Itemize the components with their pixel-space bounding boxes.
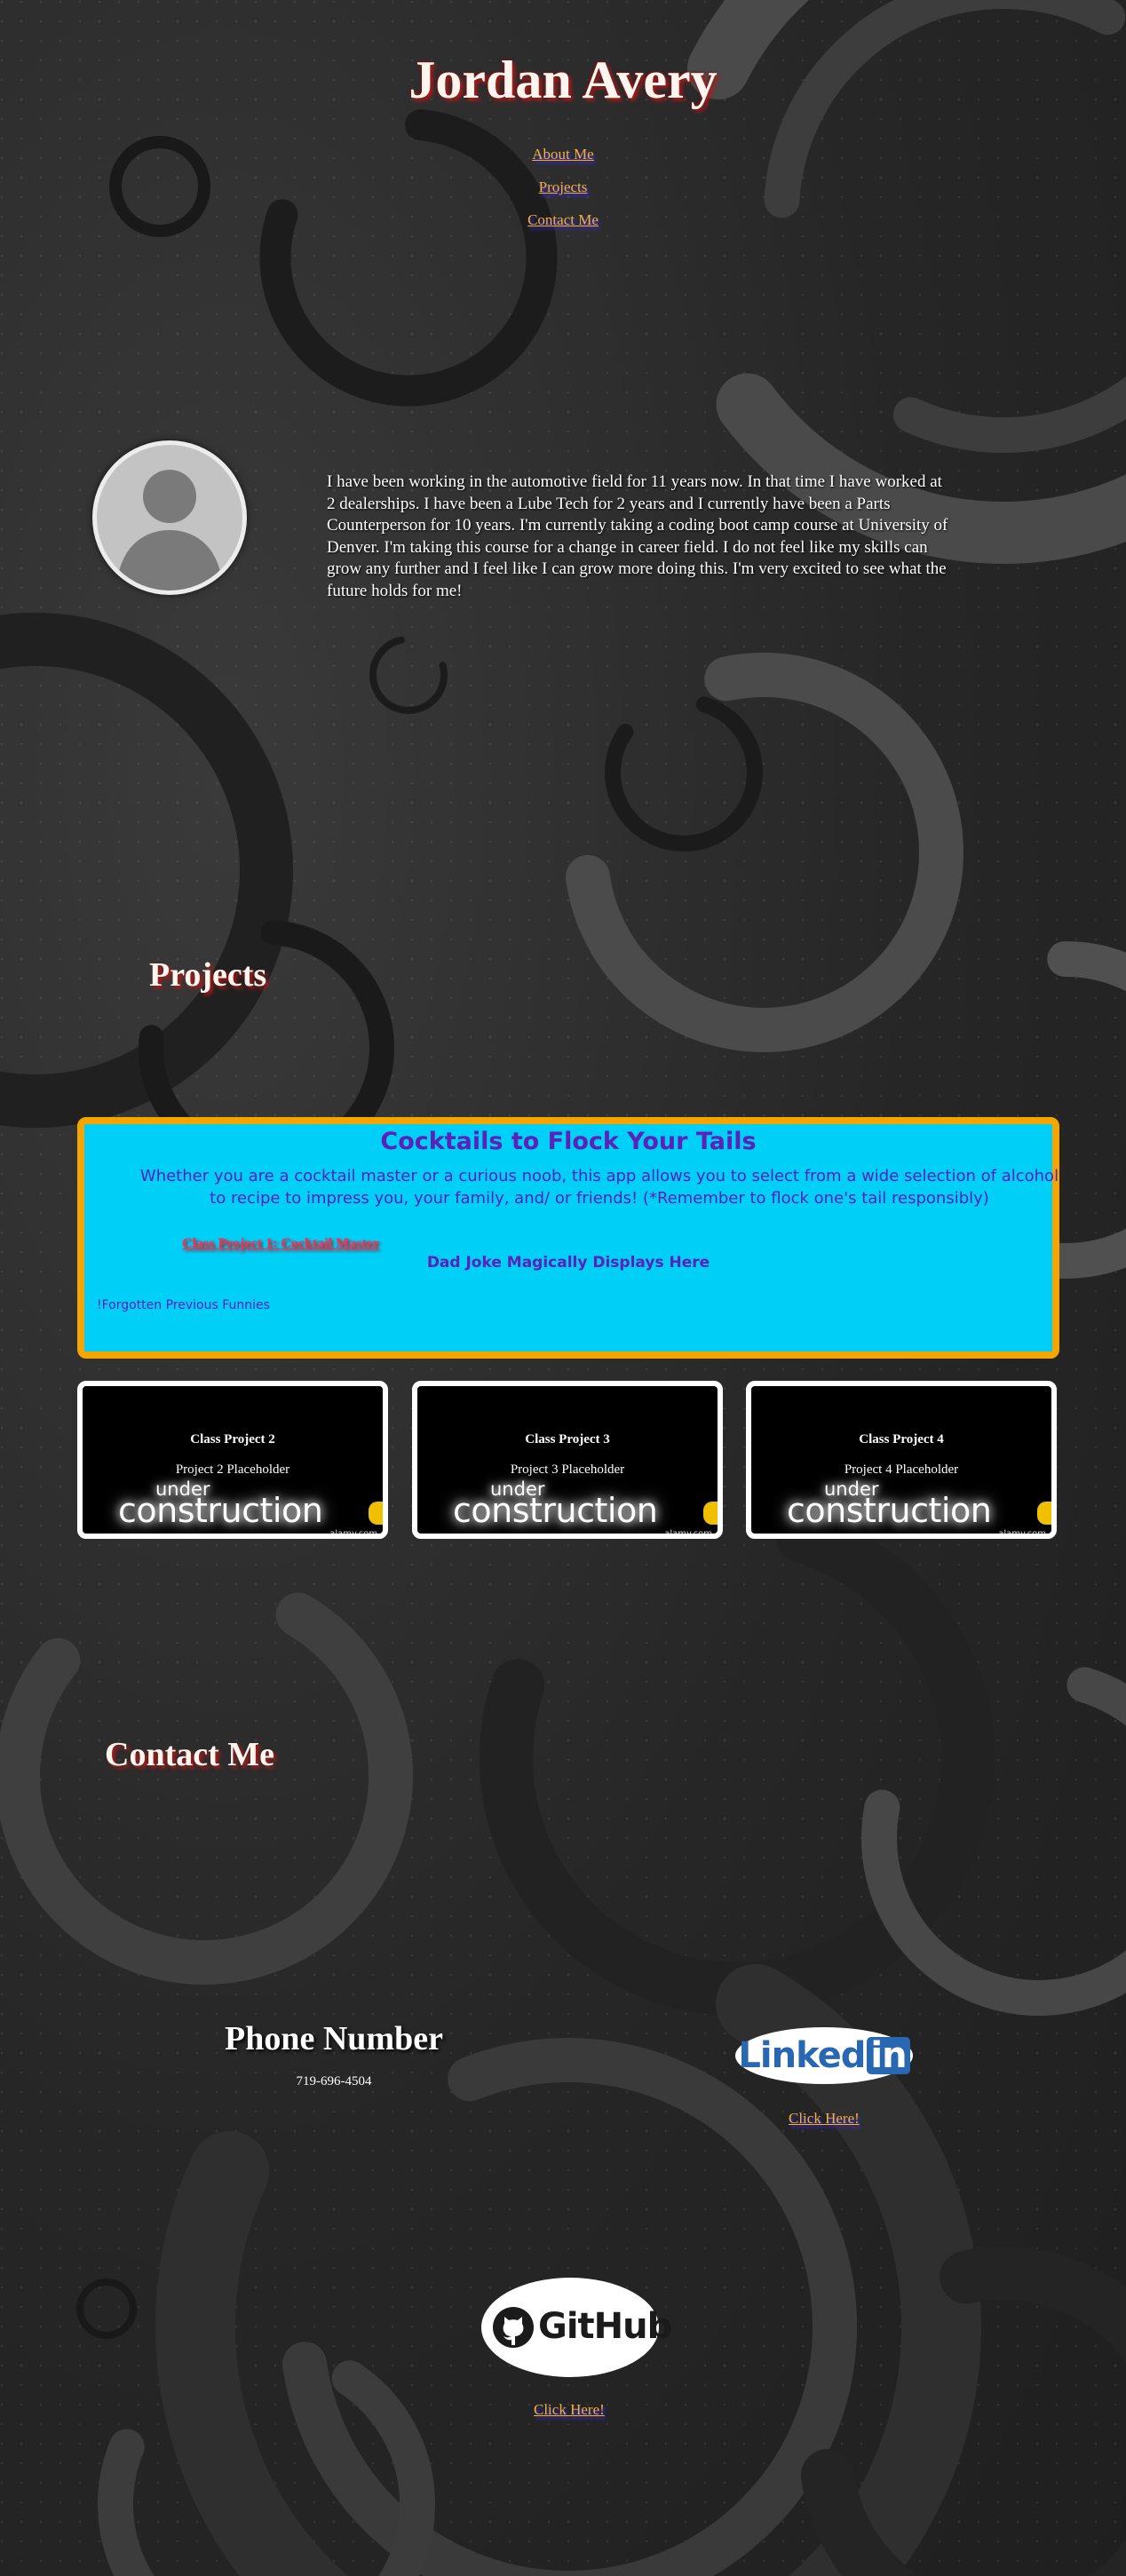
featured-project-card: Cocktails to Flock Your Tails Whether yo… xyxy=(77,1117,1059,1359)
featured-project-description: Whether you are a cocktail master or a c… xyxy=(139,1167,1059,1208)
phone-number: 719-696-4504 xyxy=(296,2074,372,2089)
projects-heading: Projects xyxy=(149,956,267,994)
avatar xyxy=(92,440,247,595)
under-construction-image: under construction alamy.com xyxy=(417,1475,718,1534)
github-octocat-icon xyxy=(493,2307,534,2348)
featured-project-title: Cocktails to Flock Your Tails xyxy=(380,1128,757,1155)
project-card-title: Class Project 2 xyxy=(190,1432,275,1447)
forgotten-funnies-label[interactable]: !Forgotten Previous Funnies xyxy=(97,1298,270,1312)
github-logo[interactable]: GitHub xyxy=(481,2278,672,2377)
page: Jordan Avery About Me Projects Contact M… xyxy=(0,0,1126,2576)
person-silhouette-icon xyxy=(116,470,223,590)
about-text: I have been working in the automotive fi… xyxy=(327,472,948,600)
project-card-3[interactable]: Class Project 3 Project 3 Placeholder un… xyxy=(412,1381,723,1539)
github-link[interactable]: Click Here! xyxy=(534,2401,605,2419)
project-card-4[interactable]: Class Project 4 Project 4 Placeholder un… xyxy=(746,1381,1057,1539)
dad-joke-display: Dad Joke Magically Displays Here xyxy=(426,1254,710,1272)
site-title: Jordan Avery xyxy=(408,51,718,109)
nav-link-projects[interactable]: Projects xyxy=(0,178,1126,196)
linkedin-link[interactable]: Click Here! xyxy=(789,2110,860,2128)
contact-heading: Contact Me xyxy=(105,1736,274,1773)
main-nav: About Me Projects Contact Me xyxy=(0,146,1126,244)
linkedin-logo[interactable]: Linked in xyxy=(735,2027,913,2084)
nav-link-contact-me[interactable]: Contact Me xyxy=(0,211,1126,229)
nav-link-about-me[interactable]: About Me xyxy=(0,146,1126,163)
project-card-2[interactable]: Class Project 2 Project 2 Placeholder un… xyxy=(77,1381,388,1539)
featured-project-link[interactable]: Class Project 1: Cocktail Master xyxy=(182,1236,379,1252)
project-card-title: Class Project 4 xyxy=(859,1432,944,1447)
project-card-title: Class Project 3 xyxy=(525,1432,610,1447)
under-construction-image: under construction alamy.com xyxy=(751,1475,1051,1534)
under-construction-image: under construction alamy.com xyxy=(83,1475,383,1534)
phone-heading: Phone Number xyxy=(225,2020,443,2057)
